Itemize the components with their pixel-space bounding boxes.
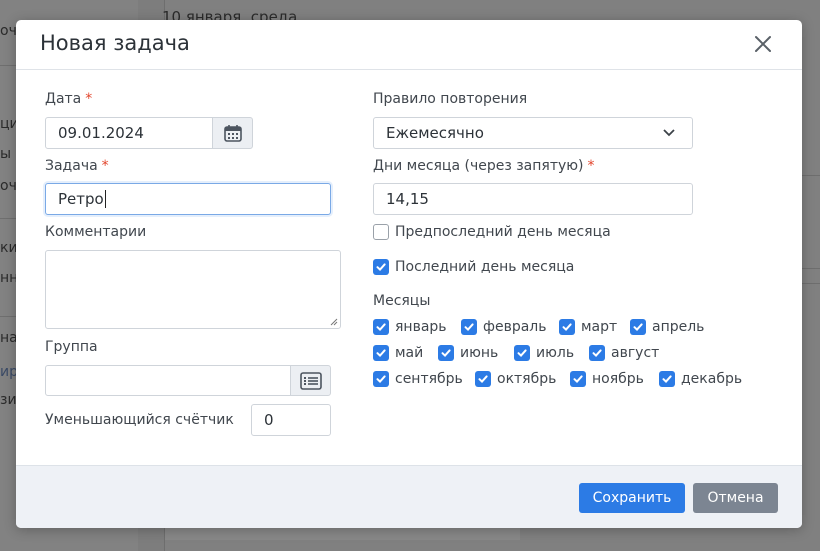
month-checkbox-march[interactable]: март xyxy=(559,319,617,335)
check-icon xyxy=(573,375,583,384)
month-checkbox-september[interactable]: сентябрь xyxy=(373,371,463,387)
check-icon xyxy=(478,375,488,384)
checkbox-checked xyxy=(438,345,454,361)
checkbox-checked xyxy=(373,259,389,275)
new-task-dialog: Новая задача Дата * 09.01.2024 Задача * Ре… xyxy=(16,20,802,528)
group-input[interactable] xyxy=(45,365,291,396)
month-checkbox-june[interactable]: июнь xyxy=(438,345,498,361)
month-checkbox-october[interactable]: октябрь xyxy=(475,371,556,387)
text-caret xyxy=(104,190,106,208)
date-picker-button[interactable] xyxy=(212,117,253,149)
date-label: Дата * xyxy=(45,91,93,107)
months-label: Месяцы xyxy=(373,293,431,309)
month-checkbox-december[interactable]: декабрь xyxy=(659,371,742,387)
dialog-footer: Сохранить Отмена xyxy=(16,465,802,528)
background-sidebar-text: зи xyxy=(0,392,17,408)
checkbox-checked xyxy=(630,319,646,335)
background-sidebar-text: ки xyxy=(0,240,18,256)
checkbox-checked xyxy=(589,345,605,361)
checkbox-checked xyxy=(570,371,586,387)
repeat-rule-label: Правило повторения xyxy=(373,91,528,107)
group-select-button[interactable] xyxy=(290,365,331,396)
checkbox-unchecked xyxy=(373,224,389,240)
check-icon xyxy=(376,375,386,384)
checkbox-checked xyxy=(475,371,491,387)
checkbox-checked xyxy=(514,345,530,361)
month-checkbox-november[interactable]: ноябрь xyxy=(570,371,644,387)
checkbox-checked xyxy=(373,319,389,335)
checkbox-checked xyxy=(559,319,575,335)
check-icon xyxy=(517,349,527,358)
list-icon xyxy=(299,371,322,390)
dialog-header: Новая задача xyxy=(16,20,802,70)
comments-label: Комментарии xyxy=(45,224,147,240)
required-mark: * xyxy=(85,91,93,107)
save-button[interactable]: Сохранить xyxy=(579,483,685,513)
check-icon xyxy=(376,323,386,332)
check-icon xyxy=(464,323,474,332)
month-days-label: Дни месяца (через запятую) * xyxy=(373,158,595,174)
month-days-input[interactable]: 14,15 xyxy=(373,183,693,215)
check-icon xyxy=(592,349,602,358)
counter-input[interactable]: 0 xyxy=(251,404,331,436)
check-icon xyxy=(562,323,572,332)
check-icon xyxy=(376,349,386,358)
date-input[interactable]: 09.01.2024 xyxy=(45,117,213,149)
comments-textarea[interactable] xyxy=(45,250,341,329)
calendar-icon xyxy=(223,125,242,142)
checkbox-checked xyxy=(461,319,477,335)
check-icon xyxy=(633,323,643,332)
close-icon xyxy=(755,36,771,52)
month-checkbox-august[interactable]: август xyxy=(589,345,659,361)
check-icon xyxy=(376,263,386,272)
checkbox-checked xyxy=(373,345,389,361)
month-checkbox-july[interactable]: июль xyxy=(514,345,574,361)
repeat-rule-select[interactable]: Ежемесячно xyxy=(373,117,693,149)
month-checkbox-april[interactable]: апрель xyxy=(630,319,704,335)
last-day-checkbox[interactable]: Последний день месяца xyxy=(373,259,574,275)
counter-label: Уменьшающийся счётчик xyxy=(45,412,234,428)
background-sidebar-text: ы xyxy=(0,146,12,162)
check-icon xyxy=(662,375,672,384)
chevron-down-icon xyxy=(663,129,675,137)
penultimate-day-checkbox[interactable]: Предпоследний день месяца xyxy=(373,224,611,240)
resize-handle-icon[interactable] xyxy=(330,318,338,326)
checkbox-checked xyxy=(659,371,675,387)
checkbox-checked xyxy=(373,371,389,387)
cancel-button[interactable]: Отмена xyxy=(693,483,778,513)
group-label: Группа xyxy=(45,339,98,355)
task-input[interactable]: Ретро xyxy=(45,183,331,215)
month-checkbox-may[interactable]: май xyxy=(373,345,423,361)
required-mark: * xyxy=(587,158,595,174)
close-button[interactable] xyxy=(752,33,774,55)
dialog-title: Новая задача xyxy=(40,31,190,55)
month-checkbox-january[interactable]: январь xyxy=(373,319,447,335)
required-mark: * xyxy=(101,158,109,174)
check-icon xyxy=(441,349,451,358)
task-label: Задача * xyxy=(45,158,109,174)
month-checkbox-february[interactable]: февраль xyxy=(461,319,547,335)
